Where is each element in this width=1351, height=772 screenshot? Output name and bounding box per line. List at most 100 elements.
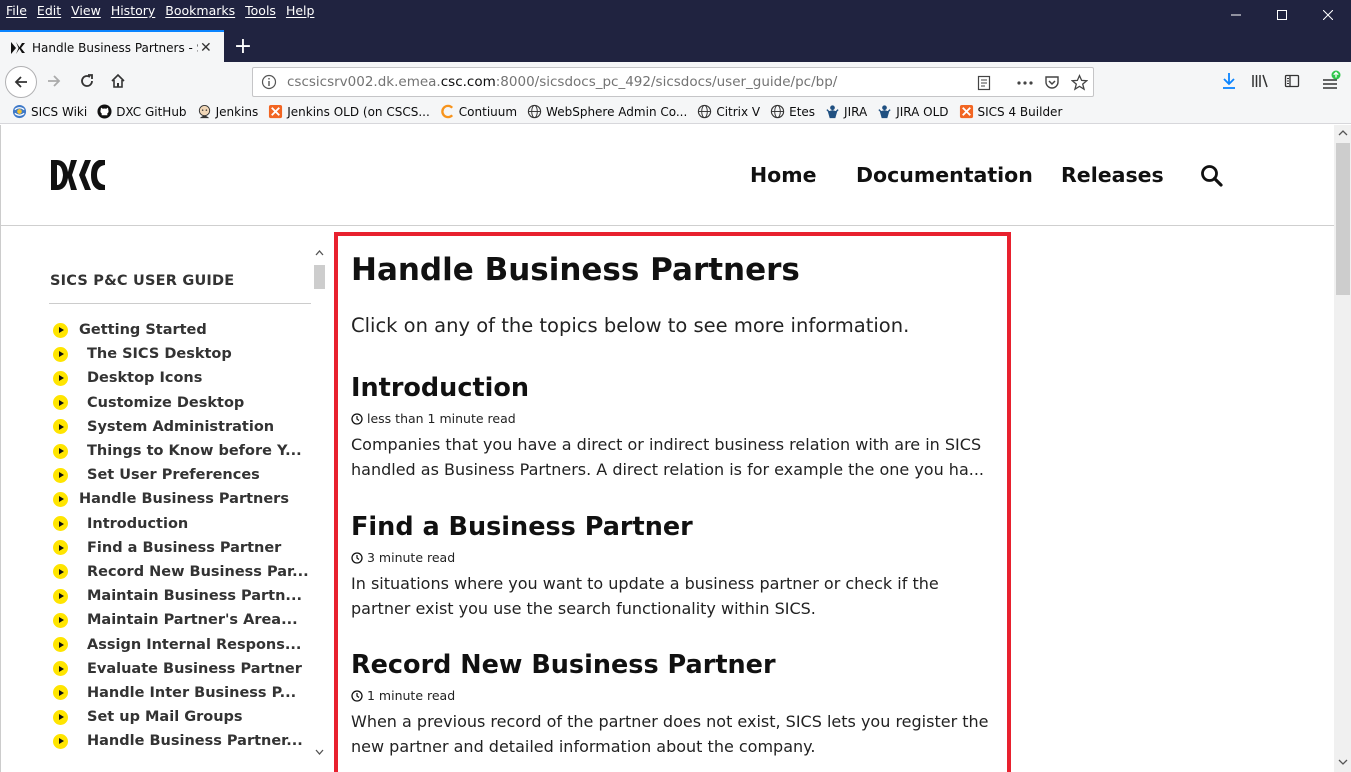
bookmark-contiuum[interactable]: Contiuum — [440, 104, 517, 119]
info-icon[interactable] — [261, 74, 277, 90]
sidebar-item-label: Introduction — [87, 515, 189, 532]
sidebar-item[interactable]: Maintain Business Partn... — [53, 584, 311, 608]
play-bullet-icon — [53, 661, 68, 677]
post-title-introduction[interactable]: Introduction — [351, 373, 991, 403]
url-text: cscsicsrv002.dk.emea.csc.com:8000/sicsdo… — [287, 74, 837, 90]
scroll-down-icon[interactable] — [315, 749, 324, 755]
url-path: :8000/sicsdocs_pc_492/sicsdocs/user_guid… — [495, 74, 838, 90]
page-scroll-thumb[interactable] — [1336, 143, 1350, 295]
pocket-icon[interactable] — [1044, 74, 1060, 90]
menu-file[interactable]: File — [6, 3, 27, 18]
library-button[interactable] — [1245, 66, 1275, 96]
bookmark-sics-wiki[interactable]: SICS Wiki — [12, 104, 87, 119]
home-button[interactable] — [103, 66, 133, 96]
forward-button[interactable] — [39, 66, 69, 96]
sidebar-item[interactable]: Maintain Partner's Area... — [53, 608, 311, 632]
star-bookmark-icon[interactable] — [1071, 74, 1088, 91]
nav-documentation[interactable]: Documentation — [856, 163, 1033, 187]
bookmarks-toolbar: SICS Wiki DXC GitHub Jenkins Jenkins OLD… — [0, 100, 1351, 124]
sidebar-item-label: Assign Internal Respons... — [87, 636, 302, 653]
bookmark-jira[interactable]: JIRA — [825, 104, 867, 119]
reader-view-icon[interactable] — [976, 75, 992, 91]
bookmark-etes[interactable]: Etes — [770, 104, 815, 119]
play-bullet-icon — [53, 637, 68, 653]
bookmark-jenkins-old[interactable]: Jenkins OLD (on CSCS... — [268, 104, 430, 119]
post-item: Find a Business Partner 3 minute read In… — [351, 512, 991, 621]
maximize-button[interactable] — [1259, 0, 1305, 30]
url-bar[interactable]: cscsicsrv002.dk.emea.csc.com:8000/sicsdo… — [252, 67, 1094, 97]
sidebar-item-label: Record New Business Par... — [87, 563, 309, 580]
page-title: Handle Business Partners — [351, 252, 800, 288]
post-title-record-new-business-partner[interactable]: Record New Business Partner — [351, 650, 991, 680]
home-icon — [111, 73, 125, 88]
sidebar-item[interactable]: System Administration — [53, 415, 311, 439]
search-icon[interactable] — [1200, 164, 1224, 188]
bookmark-jira-old[interactable]: JIRA OLD — [877, 104, 949, 119]
arrow-right-icon — [48, 75, 61, 87]
sidebar-item[interactable]: The SICS Desktop — [53, 342, 311, 366]
scroll-down-icon[interactable] — [1338, 759, 1348, 765]
continuum-icon — [440, 104, 453, 119]
download-icon — [1223, 73, 1235, 89]
post-excerpt: When a previous record of the partner do… — [351, 712, 989, 756]
bookmark-jenkins[interactable]: Jenkins — [197, 104, 258, 119]
jira-icon — [878, 105, 891, 119]
sidebar-item-label: Handle Business Partner... — [87, 733, 303, 750]
sidebar-item[interactable]: Things to Know before Y... — [53, 439, 311, 463]
menu-view[interactable]: View — [71, 3, 101, 18]
play-bullet-icon — [53, 467, 68, 483]
menu-history[interactable]: History — [111, 3, 155, 18]
menu-edit[interactable]: Edit — [37, 3, 61, 18]
sidebar-item[interactable]: Set User Preferences — [53, 463, 311, 487]
more-actions-icon[interactable] — [1016, 75, 1034, 91]
play-bullet-icon — [53, 540, 68, 556]
sidebar-item[interactable]: Desktop Icons — [53, 366, 311, 390]
reload-button[interactable] — [72, 66, 102, 96]
folder-icon — [959, 104, 973, 119]
close-icon — [1323, 10, 1333, 20]
clock-icon — [351, 551, 363, 564]
new-tab-button[interactable]: + — [230, 33, 256, 59]
scroll-up-icon[interactable] — [1338, 130, 1348, 136]
sidebar-scrollbar[interactable] — [312, 249, 327, 761]
close-window-button[interactable] — [1305, 0, 1351, 30]
menu-help[interactable]: Help — [286, 3, 315, 18]
app-menu-button[interactable] — [1316, 66, 1346, 96]
scroll-up-icon[interactable] — [315, 250, 324, 256]
sidebar-item[interactable]: Evaluate Business Partner — [53, 657, 311, 681]
sidebar-item[interactable]: Handle Business Partner... — [53, 729, 311, 753]
sidebar-item[interactable]: Handle Business Partners — [53, 487, 311, 511]
downloads-button[interactable] — [1214, 66, 1244, 96]
sidebar-item[interactable]: Record New Business Par... — [53, 560, 311, 584]
sidebar-item[interactable]: Assign Internal Respons... — [53, 632, 311, 656]
bookmark-sics4-builder[interactable]: SICS 4 Builder — [959, 104, 1062, 119]
sidebar-item[interactable]: Getting Started — [53, 318, 311, 342]
post-meta: less than 1 minute read — [351, 411, 991, 426]
menu-bookmarks[interactable]: Bookmarks — [165, 3, 235, 18]
sidebar-item[interactable]: Customize Desktop — [53, 391, 311, 415]
site-header: Home Documentation Releases — [1, 125, 1334, 226]
play-bullet-icon — [53, 395, 68, 411]
clock-icon — [351, 689, 363, 702]
back-button[interactable] — [5, 66, 37, 98]
sidebar-item[interactable]: Introduction — [53, 512, 311, 536]
sidebar-item[interactable]: Handle Inter Business P... — [53, 681, 311, 705]
dxc-logo[interactable] — [51, 160, 107, 190]
bookmark-dxc-github[interactable]: DXC GitHub — [97, 104, 187, 119]
sidebar-toggle-button[interactable] — [1277, 66, 1307, 96]
tab-close-icon[interactable]: ✕ — [200, 40, 212, 56]
post-title-find-business-partner[interactable]: Find a Business Partner — [351, 512, 991, 542]
sidebar-item[interactable]: Find a Business Partner — [53, 536, 311, 560]
browser-tab[interactable]: Handle Business Partners - SICS ✕ — [0, 30, 224, 63]
sidebar-scroll-thumb[interactable] — [314, 265, 325, 289]
minimize-button[interactable] — [1213, 0, 1259, 30]
post-meta: 1 minute read — [351, 688, 991, 703]
nav-releases[interactable]: Releases — [1061, 163, 1164, 187]
nav-home[interactable]: Home — [750, 163, 817, 187]
sidebar-item[interactable]: Set up Mail Groups — [53, 705, 311, 729]
bookmark-citrix[interactable]: Citrix V — [697, 104, 760, 119]
sidebar-item-label: Customize Desktop — [87, 394, 245, 411]
bookmark-websphere[interactable]: WebSphere Admin Co... — [527, 104, 687, 119]
bookmark-label: JIRA — [844, 104, 868, 119]
menu-tools[interactable]: Tools — [245, 3, 276, 18]
